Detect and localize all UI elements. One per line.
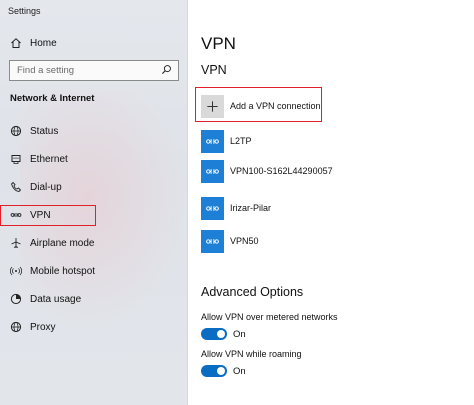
sidebar: Settings Home Network & Internet Status … [0,0,188,405]
vpn-connection-item[interactable]: VPN100-S162L44290057 [201,159,333,183]
sidebar-item-label: VPN [30,209,51,221]
sidebar-item-status[interactable]: Status [0,118,187,144]
metered-networks-toggle[interactable] [201,328,227,340]
vpn-connection-item[interactable]: VPN50 [201,229,259,253]
roaming-toggle-row: On [201,365,246,377]
airplane-icon [10,237,22,249]
sidebar-item-label: Data usage [30,293,82,305]
home-icon [10,37,22,49]
window-title: Settings [8,6,41,16]
sidebar-item-mobile-hotspot[interactable]: Mobile hotspot [0,258,187,284]
main-pane: VPN VPN Add a VPN connection L2TP VPN100… [189,0,474,405]
vpn-connection-name: L2TP [230,136,252,146]
globe-icon [10,125,22,137]
toggle-knob [217,330,225,338]
sidebar-item-airplane-mode[interactable]: Airplane mode [0,230,187,256]
sidebar-item-label: Home [30,37,57,49]
vpn-connection-name: Irizar-Pilar [230,203,272,213]
toggle-state-label: On [233,328,246,340]
roaming-toggle[interactable] [201,365,227,377]
vpn-connection-item[interactable]: Irizar-Pilar [201,196,271,220]
sidebar-item-dial-up[interactable]: Dial-up [0,174,187,200]
search-box[interactable] [9,60,179,81]
vpn-connection-icon [201,196,224,220]
metered-networks-toggle-row: On [201,328,246,340]
sidebar-item-label: Ethernet [30,153,68,165]
vpn-connection-icon [201,229,224,253]
phone-icon [10,181,22,193]
sidebar-section-label: Network & Internet [10,93,95,104]
add-vpn-label: Add a VPN connection [230,101,321,111]
sidebar-item-ethernet[interactable]: Ethernet [0,146,187,172]
sidebar-item-proxy[interactable]: Proxy [0,314,187,340]
toggle-state-label: On [233,365,246,377]
data-usage-icon [10,293,22,305]
metered-networks-label: Allow VPN over metered networks [201,312,338,322]
vpn-connection-name: VPN50 [230,236,259,246]
search-icon[interactable] [161,64,172,78]
vpn-connection-icon [201,159,224,183]
sidebar-item-data-usage[interactable]: Data usage [0,286,187,312]
ethernet-icon [10,153,22,165]
section-title: VPN [201,63,227,77]
roaming-label: Allow VPN while roaming [201,349,302,359]
sidebar-item-home[interactable]: Home [0,30,187,56]
add-icon [201,94,224,118]
search-input[interactable] [17,65,157,76]
sidebar-item-label: Status [30,125,59,137]
add-vpn-connection-button[interactable]: Add a VPN connection [201,94,321,118]
advanced-options-title: Advanced Options [201,285,304,299]
vpn-connection-icon [201,129,224,153]
proxy-globe-icon [10,321,22,333]
sidebar-item-vpn[interactable]: VPN [0,202,187,228]
toggle-knob [217,367,225,375]
sidebar-item-label: Proxy [30,321,56,333]
vpn-connection-item[interactable]: L2TP [201,129,252,153]
hotspot-icon [10,265,22,277]
page-title: VPN [201,34,236,53]
sidebar-item-label: Airplane mode [30,237,95,249]
vpn-icon [10,209,22,221]
sidebar-item-label: Dial-up [30,181,62,193]
vpn-connection-name: VPN100-S162L44290057 [230,166,333,176]
sidebar-item-label: Mobile hotspot [30,265,96,277]
